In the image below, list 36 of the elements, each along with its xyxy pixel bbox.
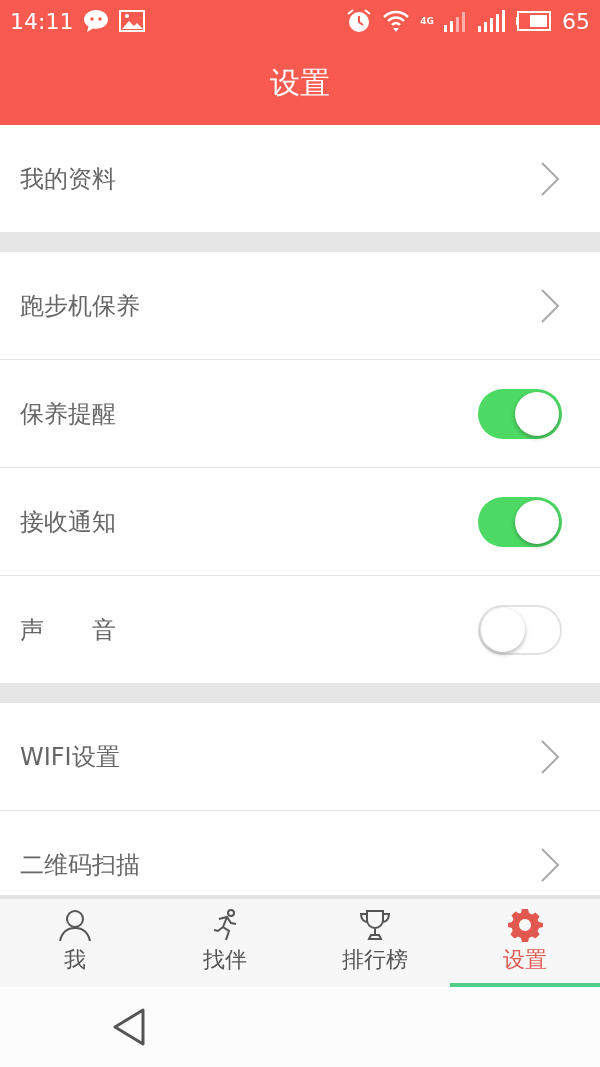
toggle-switch[interactable] (478, 496, 562, 547)
settings-icon (507, 907, 543, 943)
row-label: 接收通知 (20, 506, 117, 538)
chat-bubble-icon (83, 9, 110, 33)
tab[interactable]: 我 (0, 899, 150, 987)
toggle-switch[interactable] (478, 604, 562, 655)
row-label: 保养提醒 (20, 398, 117, 430)
cell-signal-icon (444, 10, 468, 32)
chevron-right-icon (540, 287, 560, 324)
cell-signal-icon (478, 10, 506, 32)
battery-icon (516, 11, 552, 31)
chevron-right-icon (540, 160, 560, 197)
network-type: 4G (420, 16, 434, 26)
status-time: 14:11 (10, 8, 74, 34)
trophy-icon (357, 907, 393, 943)
image-icon (119, 10, 146, 32)
toggle-switch[interactable] (478, 388, 562, 439)
tab[interactable]: 排行榜 (300, 899, 450, 987)
battery-level: 65 (562, 8, 590, 34)
chevron-right-icon (540, 846, 560, 883)
row-label: 声 音 (20, 614, 117, 646)
row-label: 二维码扫描 (20, 849, 141, 881)
settings-row[interactable]: WIFI设置 (0, 703, 600, 810)
page-title: 设置 (270, 64, 330, 102)
back-button[interactable] (112, 1008, 146, 1046)
alarm-clock-icon (346, 8, 373, 34)
row-label: WIFI设置 (20, 741, 121, 773)
row-label: 我的资料 (20, 163, 117, 195)
chevron-right-icon (540, 738, 560, 775)
tab[interactable]: 找伴 (150, 899, 300, 987)
person-icon (57, 907, 93, 943)
wifi-icon (382, 9, 411, 33)
settings-row[interactable]: 跑步机保养 (0, 252, 600, 359)
settings-row[interactable]: 我的资料 (0, 125, 600, 232)
row-label: 跑步机保养 (20, 290, 141, 322)
back-icon (112, 1008, 146, 1046)
